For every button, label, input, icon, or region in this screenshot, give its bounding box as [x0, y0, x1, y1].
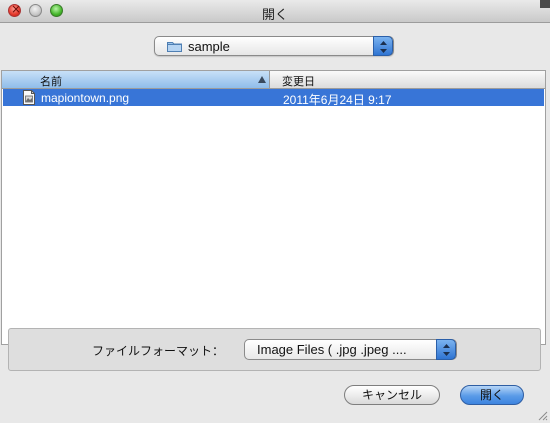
format-value: Image Files ( .jpg .jpeg ....: [257, 342, 407, 357]
cancel-button[interactable]: キャンセル: [344, 385, 440, 405]
file-list-header: 名前 変更日: [2, 71, 545, 89]
location-label: sample: [188, 39, 230, 54]
format-stepper[interactable]: [436, 339, 456, 360]
date-column-header[interactable]: 変更日: [282, 73, 315, 89]
updown-arrows-icon: [380, 41, 387, 53]
image-file-icon: [23, 90, 35, 105]
folder-icon: [167, 42, 182, 52]
location-stepper[interactable]: [373, 36, 393, 56]
title-bar-corner: [540, 0, 550, 8]
file-row[interactable]: mapiontown.png 2011年6月24日 9:17: [3, 89, 544, 107]
file-date-modified: 2011年6月24日 9:17: [283, 93, 392, 107]
sort-ascending-icon: [258, 76, 266, 83]
open-dialog: sample 名前 変更日 mapiontown.png 2011年6月24日 …: [0, 23, 550, 423]
location-popup[interactable]: sample: [154, 36, 394, 56]
name-column-label: 名前: [40, 76, 62, 88]
resize-grip-icon[interactable]: [536, 409, 548, 421]
format-panel: ファイルフォーマット： Image Files ( .jpg .jpeg ...…: [8, 328, 541, 371]
window-title: 開く: [261, 7, 288, 22]
file-name: mapiontown.png: [41, 91, 130, 105]
format-popup[interactable]: Image Files ( .jpg .jpeg ....: [244, 339, 457, 360]
title-bar: 開く: [0, 0, 550, 23]
file-browser[interactable]: 名前 変更日 mapiontown.png 2011年6月24日 9:17: [1, 70, 546, 345]
format-label: ファイルフォーマット：: [92, 344, 225, 358]
open-button[interactable]: 開く: [460, 385, 524, 405]
updown-arrows-icon: [443, 344, 450, 356]
name-column-header[interactable]: 名前: [2, 71, 270, 88]
